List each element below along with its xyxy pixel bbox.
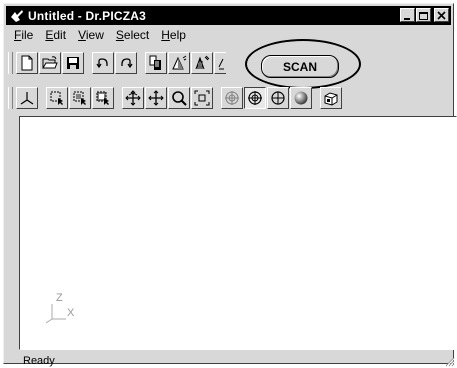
menu-view-mnemonic: V xyxy=(78,28,86,42)
copy-document-icon xyxy=(149,55,161,70)
delta-button[interactable] xyxy=(168,52,190,74)
select-region-add-button[interactable] xyxy=(69,87,91,109)
axis-view-button[interactable] xyxy=(16,87,38,109)
redo-icon xyxy=(121,58,133,69)
scan-lines-button[interactable] xyxy=(191,52,213,74)
rotate-icon xyxy=(125,90,141,106)
3d-view-button[interactable] xyxy=(320,87,342,109)
close-icon xyxy=(437,11,446,20)
zoom-icon xyxy=(172,91,187,106)
new-file-icon xyxy=(21,55,33,71)
menu-help-label: elp xyxy=(169,28,186,42)
scan-lines-icon xyxy=(195,55,210,70)
scan-button[interactable]: SCAN xyxy=(261,55,339,78)
menu-bar: File Edit View Select Help xyxy=(8,27,192,45)
copy-document-button[interactable] xyxy=(145,52,167,74)
toolbar-grip-2[interactable] xyxy=(8,87,13,109)
save-button[interactable] xyxy=(62,52,84,74)
window-title: Untitled - Dr.PICZA3 xyxy=(28,8,147,23)
close-button[interactable] xyxy=(434,8,449,22)
minimize-icon xyxy=(404,18,410,20)
sphere-button[interactable] xyxy=(290,87,312,109)
menu-file-label: ile xyxy=(21,28,34,42)
select-region-button[interactable] xyxy=(46,87,68,109)
viewport-canvas[interactable]: Z X xyxy=(19,116,457,350)
status-text: Ready xyxy=(23,354,55,367)
crosshair-circle-icon xyxy=(271,91,285,105)
standard-toolbar xyxy=(8,50,449,76)
menu-help[interactable]: Help xyxy=(155,27,192,45)
menu-view-label: iew xyxy=(85,28,104,42)
main-window: Untitled - Dr.PICZA3 File Edit View Sele… xyxy=(3,3,457,367)
axis-z-label: Z xyxy=(56,292,63,304)
sphere-icon xyxy=(294,91,308,105)
redo-button[interactable] xyxy=(115,52,137,74)
select-region-icon xyxy=(50,91,63,105)
toolbar-grip[interactable] xyxy=(8,52,13,74)
target-crosshair-button[interactable] xyxy=(244,87,266,109)
app-icon xyxy=(10,9,24,23)
undo-icon xyxy=(96,58,108,69)
status-bar: Ready xyxy=(19,353,457,368)
title-bar[interactable]: Untitled - Dr.PICZA3 xyxy=(6,6,451,25)
edge-button[interactable] xyxy=(214,52,226,74)
save-icon xyxy=(67,57,79,69)
menu-help-mnemonic: H xyxy=(161,28,170,42)
menu-edit[interactable]: Edit xyxy=(39,27,72,45)
menu-select-mnemonic: S xyxy=(115,28,124,42)
rotate-button[interactable] xyxy=(122,87,144,109)
minimize-button[interactable] xyxy=(400,8,415,22)
resize-grip-icon[interactable] xyxy=(443,355,455,367)
target-button[interactable] xyxy=(221,87,243,109)
delta-icon xyxy=(172,55,187,70)
menu-select[interactable]: Select xyxy=(110,27,155,45)
axis-view-icon xyxy=(20,92,34,105)
fit-icon xyxy=(194,90,210,106)
move-button[interactable] xyxy=(145,87,167,109)
zoom-button[interactable] xyxy=(168,87,190,109)
crosshair-circle-button[interactable] xyxy=(267,87,289,109)
axis-x-label: X xyxy=(67,307,75,319)
undo-button[interactable] xyxy=(92,52,114,74)
menu-edit-label: dit xyxy=(53,28,67,42)
menu-select-label: elect xyxy=(123,28,150,42)
open-button[interactable] xyxy=(39,52,61,74)
3d-view-icon xyxy=(324,92,338,106)
open-folder-icon xyxy=(42,56,58,69)
menu-file[interactable]: File xyxy=(8,27,39,45)
select-region-sub-button[interactable] xyxy=(92,87,114,109)
select-region-sub-icon xyxy=(96,91,109,105)
new-file-button[interactable] xyxy=(16,52,38,74)
move-icon xyxy=(148,90,164,106)
menu-view[interactable]: View xyxy=(72,27,110,45)
target-icon xyxy=(225,91,239,105)
select-region-add-icon xyxy=(73,91,86,105)
fit-button[interactable] xyxy=(191,87,213,109)
maximize-button[interactable] xyxy=(416,8,431,22)
edge-icon xyxy=(218,58,224,70)
window-controls xyxy=(400,8,449,22)
view-toolbar xyxy=(8,85,449,111)
target-crosshair-icon xyxy=(248,91,262,105)
maximize-icon xyxy=(419,12,428,20)
axis-indicator: Z X xyxy=(44,289,84,330)
